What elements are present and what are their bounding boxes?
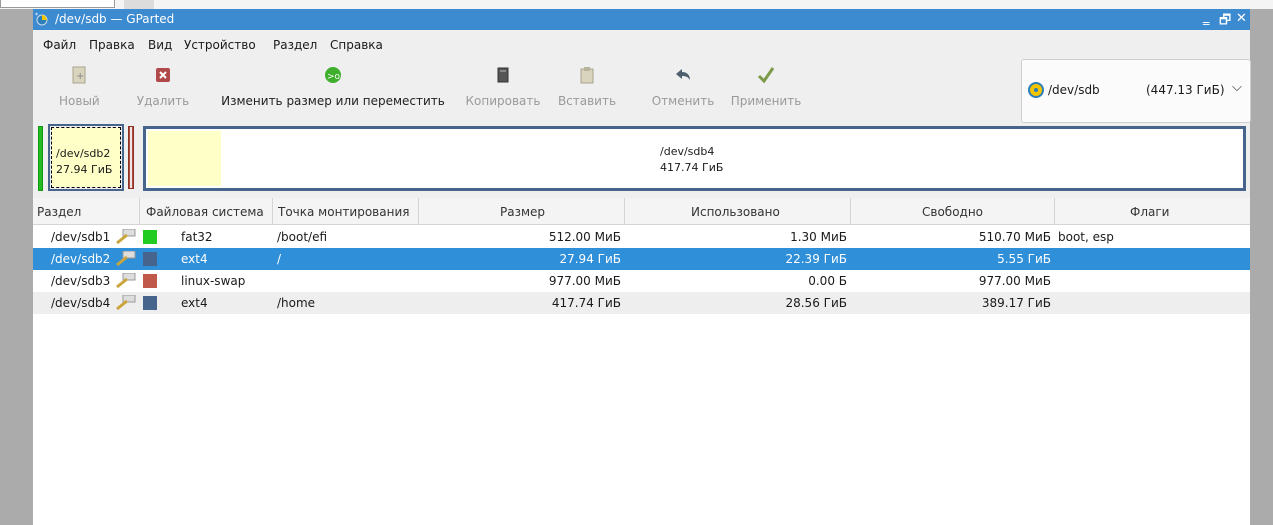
cell-size: 27.94 ГиБ — [559, 252, 621, 266]
menu-partition[interactable]: Раздел — [273, 38, 317, 52]
menu-device[interactable]: Устройство — [184, 38, 256, 52]
cell-mountpoint: /home — [277, 296, 316, 310]
background-field — [0, 0, 115, 8]
partition-list-header: Раздел Файловая система Точка монтирован… — [33, 198, 1250, 225]
cell-partition: /dev/sdb4 — [51, 296, 111, 310]
lock-key-icon — [116, 273, 136, 289]
cell-size: 417.74 ГиБ — [551, 296, 621, 310]
fs-color-swatch — [143, 296, 157, 310]
cell-flags: boot, esp — [1058, 230, 1114, 244]
menu-bar: Файл Правка Вид Устройство Раздел Справк… — [33, 30, 1250, 56]
table-row[interactable]: /dev/sdb1 fat32 /boot/efi 512.00 МиБ 1.3… — [33, 226, 1250, 248]
cell-size: 977.00 МиБ — [548, 274, 621, 288]
column-header-mountpoint[interactable]: Точка монтирования — [278, 205, 409, 219]
gparted-app-icon: * — [35, 12, 48, 26]
lock-key-icon — [116, 295, 136, 311]
lock-key-icon — [116, 229, 136, 245]
new-button[interactable]: + Новый — [59, 66, 100, 108]
cell-filesystem: linux-swap — [181, 274, 246, 288]
disk-icon — [1028, 82, 1044, 98]
menu-help[interactable]: Справка — [330, 38, 383, 52]
cell-size: 512.00 МиБ — [548, 230, 621, 244]
background-taskbar-strip — [0, 0, 1273, 9]
lock-key-icon — [116, 251, 136, 267]
cell-used: 1.30 МиБ — [790, 230, 847, 244]
fs-color-swatch — [143, 252, 157, 266]
cell-free: 389.17 ГиБ — [981, 296, 1051, 310]
cell-free: 510.70 МиБ — [978, 230, 1051, 244]
cell-filesystem: ext4 — [181, 252, 208, 266]
column-header-partition[interactable]: Раздел — [37, 205, 81, 219]
device-selector[interactable]: /dev/sdb (447.13 ГиБ) ⌵ — [1021, 59, 1251, 123]
cell-used: 22.39 ГиБ — [785, 252, 847, 266]
fs-color-swatch — [143, 274, 157, 288]
title-bar: * /dev/sdb — GParted ‗ 🗗 ✕ — [33, 9, 1250, 30]
partition-block-label: /dev/sdb4 — [660, 145, 715, 158]
undo-icon — [676, 69, 690, 80]
cell-used: 28.56 ГиБ — [785, 296, 847, 310]
new-partition-icon: + — [72, 66, 86, 84]
cell-free: 5.55 ГиБ — [997, 252, 1051, 266]
svg-text:*: * — [35, 12, 38, 19]
partition-block-sdb3[interactable] — [128, 126, 134, 189]
fs-color-swatch — [143, 230, 157, 244]
table-row[interactable]: /dev/sdb3 linux-swap 977.00 МиБ 0.00 Б 9… — [33, 270, 1250, 292]
apply-checkmark-icon — [757, 67, 775, 84]
delete-button[interactable]: Удалить — [135, 66, 191, 108]
cell-mountpoint: /boot/efi — [277, 230, 328, 244]
cell-filesystem: fat32 — [181, 230, 213, 244]
cell-partition: /dev/sdb3 — [51, 274, 111, 288]
copy-button[interactable]: Копировать — [465, 66, 541, 108]
column-header-filesystem[interactable]: Файловая система — [146, 205, 264, 219]
column-header-free[interactable]: Свободно — [922, 205, 983, 219]
column-header-size[interactable]: Размер — [500, 205, 545, 219]
cell-used: 0.00 Б — [808, 274, 847, 288]
undo-button[interactable]: Отменить — [649, 66, 717, 108]
cell-partition: /dev/sdb2 — [51, 252, 111, 266]
apply-button[interactable]: Применить — [730, 66, 802, 108]
disk-map: /dev/sdb2 27.94 ГиБ /dev/sdb4 417.74 ГиБ — [33, 124, 1250, 206]
partition-block-size: 417.74 ГиБ — [660, 161, 724, 174]
partition-block-size: 27.94 ГиБ — [56, 163, 113, 176]
partition-block-sdb2[interactable]: /dev/sdb2 27.94 ГиБ — [48, 124, 124, 191]
menu-file[interactable]: Файл — [43, 38, 76, 52]
column-header-flags[interactable]: Флаги — [1130, 205, 1169, 219]
cell-mountpoint: / — [277, 252, 282, 266]
cell-partition: /dev/sdb1 — [51, 230, 111, 244]
table-row[interactable]: /dev/sdb4 ext4 /home 417.74 ГиБ 28.56 Ги… — [33, 292, 1250, 314]
used-space-fill — [148, 131, 221, 186]
paste-icon — [580, 67, 594, 84]
partition-block-label: /dev/sdb2 — [56, 147, 111, 160]
cell-free: 977.00 МиБ — [978, 274, 1051, 288]
menu-edit[interactable]: Правка — [89, 38, 135, 52]
device-size: (447.13 ГиБ) — [1146, 83, 1225, 97]
svg-text:+: + — [76, 71, 84, 82]
delete-icon — [156, 68, 170, 82]
partition-list: Раздел Файловая система Точка монтирован… — [33, 198, 1250, 525]
close-button[interactable]: ✕ — [1236, 11, 1247, 26]
paste-button[interactable]: Вставить — [553, 66, 621, 108]
resize-icon: >o — [325, 67, 341, 83]
resize-move-button[interactable]: >o Изменить размер или переместить — [219, 66, 447, 108]
table-row[interactable]: /dev/sdb2 ext4 / 27.94 ГиБ 22.39 ГиБ 5.5… — [33, 248, 1250, 270]
device-name: /dev/sdb — [1048, 83, 1100, 97]
minimize-button[interactable]: ‗ — [1203, 11, 1210, 26]
chevron-down-icon: ⌵ — [1232, 80, 1242, 95]
svg-text:>o: >o — [327, 72, 341, 82]
menu-view[interactable]: Вид — [148, 38, 172, 52]
copy-icon — [497, 67, 509, 83]
partition-block-sdb4[interactable]: /dev/sdb4 417.74 ГиБ — [143, 126, 1246, 191]
gparted-window: * /dev/sdb — GParted ‗ 🗗 ✕ Файл Правка В… — [33, 9, 1251, 525]
window-title: /dev/sdb — GParted — [55, 12, 175, 26]
background-tab — [124, 0, 154, 9]
cell-filesystem: ext4 — [181, 296, 208, 310]
column-header-used[interactable]: Использовано — [691, 205, 780, 219]
partition-block-sdb1[interactable] — [38, 126, 43, 191]
